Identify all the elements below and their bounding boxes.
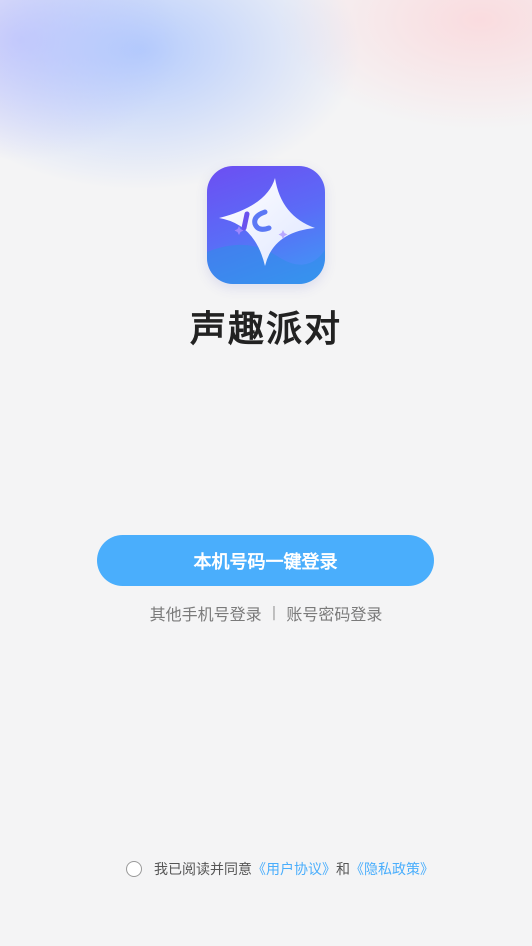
other-phone-login-link[interactable]: 其他手机号登录 <box>150 601 262 625</box>
privacy-policy-link[interactable]: 《隐私政策》 <box>350 859 434 879</box>
app-title: 声趣派对 <box>189 309 342 350</box>
one-click-login-button[interactable]: 本机号码一键登录 <box>97 535 434 586</box>
agreement-and-text: 和 <box>336 862 350 878</box>
divider: | <box>271 605 277 621</box>
app-logo-icon <box>207 166 325 284</box>
agreement-text: 我已阅读并同意 <box>154 862 252 878</box>
user-agreement-link[interactable]: 《用户协议》 <box>252 859 336 879</box>
password-login-link[interactable]: 账号密码登录 <box>286 601 382 625</box>
agree-radio-icon[interactable] <box>126 861 142 877</box>
agreement-row: 我已阅读并同意 《用户协议》 和 《隐私政策》 <box>126 859 434 879</box>
alternative-login-row: 其他手机号登录 | 账号密码登录 <box>0 601 532 625</box>
